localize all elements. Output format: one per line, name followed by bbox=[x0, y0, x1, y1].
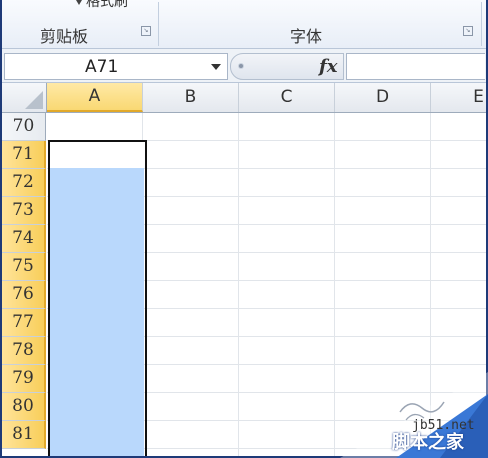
column-header-a[interactable]: A bbox=[47, 83, 143, 112]
row-header-76[interactable]: 76 bbox=[2, 281, 46, 309]
row-header-77[interactable]: 77 bbox=[2, 309, 46, 337]
row-header-71[interactable]: 71 bbox=[2, 141, 46, 169]
font-group-label: 字体 bbox=[290, 27, 323, 46]
row-header-79[interactable]: 79 bbox=[2, 365, 46, 393]
chevron-down-icon[interactable] bbox=[211, 64, 221, 70]
row-header-78[interactable]: 78 bbox=[2, 337, 46, 365]
formula-controls: fx bbox=[230, 53, 344, 80]
name-box-value[interactable]: A71 bbox=[85, 57, 118, 77]
group-divider bbox=[158, 2, 159, 46]
formula-input[interactable] bbox=[346, 53, 485, 80]
column-header-b[interactable]: B bbox=[143, 83, 239, 112]
row-header-74[interactable]: 74 bbox=[2, 225, 46, 253]
clipboard-launcher-icon[interactable]: ↘ bbox=[141, 26, 151, 36]
selection-border bbox=[48, 140, 147, 456]
column-header-bar: A B C D E bbox=[2, 83, 486, 113]
row-header-72[interactable]: 72 bbox=[2, 169, 46, 197]
row-header-75[interactable]: 75 bbox=[2, 253, 46, 281]
column-header-e[interactable]: E bbox=[431, 83, 486, 112]
row-header-80[interactable]: 80 bbox=[2, 393, 46, 421]
row-header-70[interactable]: 70 bbox=[2, 113, 46, 141]
resize-handle-icon[interactable] bbox=[239, 64, 243, 68]
dropdown-arrow-icon[interactable] bbox=[76, 0, 82, 5]
column-header-d[interactable]: D bbox=[335, 83, 431, 112]
watermark-brand: 脚本之家 bbox=[392, 432, 464, 453]
row-header-81[interactable]: 81 bbox=[2, 421, 46, 449]
format-painter-label[interactable]: 格式刷 bbox=[86, 0, 128, 11]
group-divider bbox=[481, 2, 482, 46]
formula-bar: A71 fx bbox=[2, 49, 486, 83]
column-header-c[interactable]: C bbox=[239, 83, 335, 112]
row-header-bar: 70 71 72 73 74 75 76 77 78 79 80 81 bbox=[2, 113, 46, 456]
name-box[interactable]: A71 bbox=[4, 53, 228, 80]
row-header-73[interactable]: 73 bbox=[2, 197, 46, 225]
insert-function-icon[interactable]: fx bbox=[319, 56, 337, 77]
select-all-button[interactable] bbox=[2, 83, 47, 112]
select-all-icon bbox=[25, 91, 43, 109]
ribbon: 格式刷 剪贴板 ↘ 字体 ↘ bbox=[2, 0, 486, 49]
font-launcher-icon[interactable]: ↘ bbox=[463, 26, 473, 36]
clipboard-group-label: 剪贴板 bbox=[40, 27, 89, 46]
